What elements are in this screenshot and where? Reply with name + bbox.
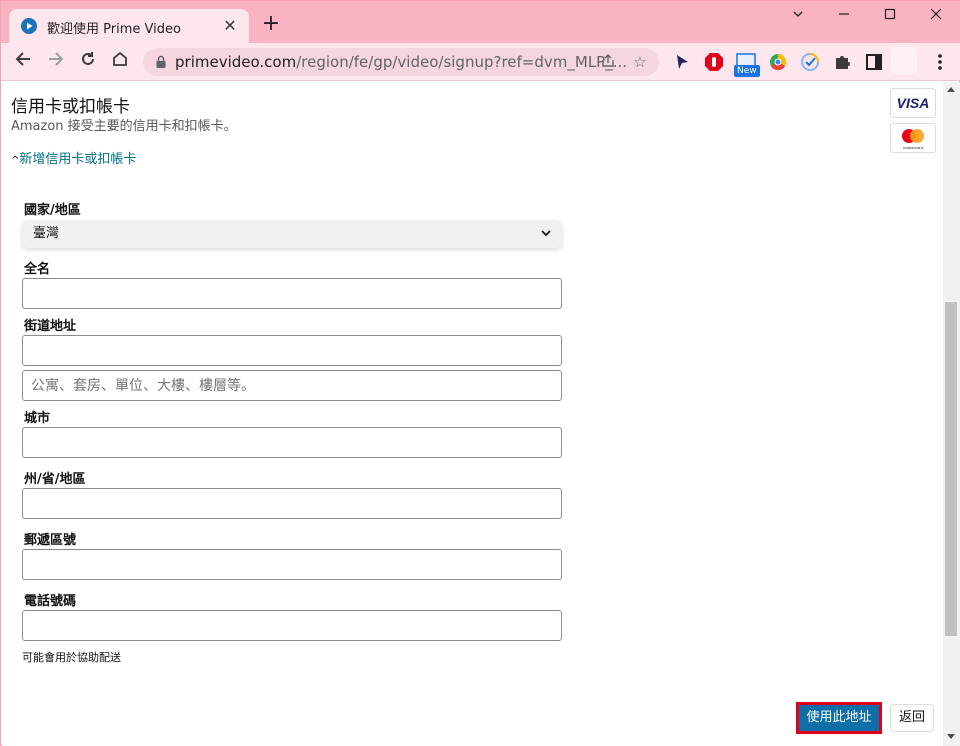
city-input[interactable] <box>22 427 562 458</box>
scrollbar-thumb[interactable] <box>945 302 957 636</box>
bookmark-star-icon[interactable]: ☆ <box>631 53 649 71</box>
adblock-extension-icon[interactable] <box>703 51 725 73</box>
chrome-colored-extension-icon[interactable] <box>767 51 789 73</box>
page-scrollbar[interactable] <box>943 82 960 746</box>
city-label: 城市 <box>24 411 51 426</box>
close-icon <box>930 8 942 20</box>
svg-text:mastercard: mastercard <box>903 145 923 150</box>
home-icon <box>113 51 127 66</box>
side-panel-icon[interactable] <box>863 51 885 73</box>
scroll-down-icon[interactable] <box>947 734 955 739</box>
browser-window: 歡迎使用 Prime Video ✕ + primevideo.com/regi… <box>0 0 960 746</box>
phone-hint: 可能會用於協助配送 <box>22 651 121 664</box>
fullname-label: 全名 <box>24 262 51 277</box>
maximize-icon <box>884 8 896 20</box>
lock-icon <box>156 55 166 68</box>
url-path: /region/fe/gp/video/signup?ref=dvm_MLP_.… <box>296 53 628 71</box>
chevron-down-icon <box>540 220 552 258</box>
tab-strip: 歡迎使用 Prime Video ✕ + <box>1 1 960 43</box>
reload-button[interactable] <box>76 50 100 74</box>
svg-text:VISA: VISA <box>897 95 930 111</box>
tab-prime-video[interactable]: 歡迎使用 Prime Video ✕ <box>9 9 249 43</box>
tab-close-icon[interactable]: ✕ <box>221 17 239 35</box>
add-card-link[interactable]: ^新增信用卡或扣帳卡 <box>11 148 136 167</box>
forward-nav-button[interactable] <box>44 50 68 74</box>
share-icon[interactable] <box>599 53 617 71</box>
minimize-icon <box>839 13 849 15</box>
country-label: 國家/地區 <box>24 203 81 218</box>
street-input[interactable] <box>22 335 562 366</box>
street-label: 街道地址 <box>24 319 77 334</box>
arrow-right-icon <box>49 52 64 66</box>
back-nav-button[interactable] <box>11 50 35 74</box>
extension-new-badge: New <box>734 65 760 77</box>
reload-icon <box>82 52 94 65</box>
zip-input[interactable] <box>22 549 562 580</box>
signup-page: 信用卡或扣帳卡 Amazon 接受主要的信用卡和扣帳卡。 ^新增信用卡或扣帳卡 … <box>2 82 943 746</box>
task-check-extension-icon[interactable] <box>799 51 821 73</box>
chevron-down-icon <box>793 11 803 17</box>
page-subtitle: Amazon 接受主要的信用卡和扣帳卡。 <box>11 119 237 134</box>
minimize-button[interactable] <box>775 5 821 29</box>
close-window-button[interactable] <box>913 5 959 29</box>
street2-input[interactable] <box>22 370 562 401</box>
url-text: primevideo.com/region/fe/gp/video/signup… <box>175 53 627 71</box>
kebab-menu-icon[interactable] <box>929 51 951 73</box>
tab-title: 歡迎使用 Prime Video <box>47 22 181 37</box>
mastercard-logo-icon: mastercard <box>890 123 936 153</box>
browser-toolbar: primevideo.com/region/fe/gp/video/signup… <box>1 43 960 81</box>
minimize-window-button[interactable] <box>821 5 867 29</box>
cursor-extension-icon[interactable] <box>671 51 693 73</box>
scroll-up-icon[interactable] <box>947 87 955 92</box>
puzzle-extensions-icon[interactable] <box>831 51 853 73</box>
add-card-link-label: 新增信用卡或扣帳卡 <box>19 152 137 167</box>
prime-video-favicon-icon <box>21 18 37 34</box>
visa-logo-icon: VISA <box>890 88 936 118</box>
maximize-window-button[interactable] <box>867 5 913 29</box>
page-title: 信用卡或扣帳卡 <box>11 97 130 117</box>
use-address-button[interactable]: 使用此地址 <box>796 702 882 734</box>
home-button[interactable] <box>108 50 132 74</box>
zip-label: 郵遞區號 <box>24 533 77 548</box>
new-tab-button[interactable]: + <box>259 13 283 37</box>
back-button[interactable]: 返回 <box>890 704 934 732</box>
state-input[interactable] <box>22 488 562 519</box>
country-select[interactable]: 臺灣 <box>22 220 562 248</box>
phone-label: 電話號碼 <box>24 594 77 609</box>
arrow-left-icon <box>15 52 30 66</box>
url-host: primevideo.com <box>175 53 297 71</box>
use-address-button-label: 使用此地址 <box>799 705 879 731</box>
phone-input[interactable] <box>22 610 562 641</box>
state-label: 州/省/地區 <box>24 472 86 487</box>
profile-avatar[interactable] <box>891 47 917 75</box>
fullname-input[interactable] <box>22 278 562 309</box>
address-bar[interactable]: primevideo.com/region/fe/gp/video/signup… <box>143 48 659 76</box>
country-select-value: 臺灣 <box>33 226 60 241</box>
